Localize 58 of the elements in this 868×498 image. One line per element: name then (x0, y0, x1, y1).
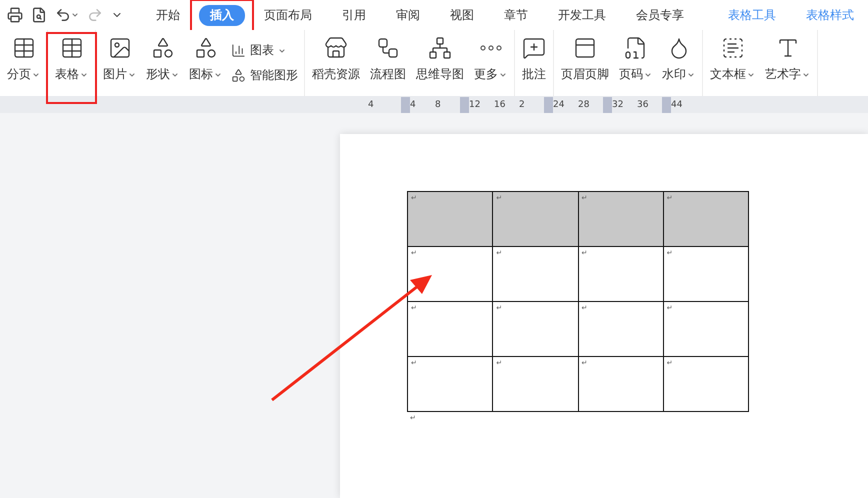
ribbon-button[interactable]: 图片 (98, 30, 141, 96)
ruler-number: 32 (612, 100, 624, 110)
ribbon-tab[interactable]: 章节 (493, 4, 539, 26)
ruler-marker[interactable] (401, 96, 410, 112)
ribbon-tab[interactable]: 开发工具 (547, 4, 617, 26)
ruler-marker[interactable] (460, 96, 469, 112)
ribbon-button[interactable]: 分页 (2, 30, 45, 96)
ribbon-tab[interactable]: 审阅 (385, 4, 431, 26)
ribbon-tab[interactable]: 引用 (331, 4, 377, 26)
smart-shape-icon (231, 68, 246, 83)
shapes-icon (150, 36, 174, 60)
ruler-number: 2 (519, 100, 526, 110)
ribbon-button[interactable]: 水印 (657, 30, 700, 96)
ruler-number: 12 (469, 100, 482, 110)
ribbon-tab[interactable]: 页面布局 (253, 4, 323, 26)
ruler-number: 36 (637, 100, 650, 110)
ruler-marker[interactable] (603, 96, 612, 112)
ribbon-button[interactable]: 表格 (50, 30, 93, 96)
undo-icon (55, 7, 71, 23)
ribbon-tab[interactable]: 开始 (145, 4, 191, 26)
ribbon-button[interactable]: 页码 (614, 30, 657, 96)
ribbon-button[interactable]: 艺术字 (760, 30, 815, 96)
mind-map-icon (428, 36, 452, 60)
ruler-number: 16 (494, 100, 506, 110)
ribbon-button[interactable]: 智能图形 (231, 67, 298, 84)
store-icon (324, 36, 348, 60)
page-number-icon (624, 36, 648, 60)
ruler-number: 4 (368, 100, 375, 110)
more-icon (480, 45, 502, 51)
text-box-icon (720, 36, 744, 60)
ribbon-button[interactable]: 形状 (141, 30, 184, 96)
ribbon-tab[interactable]: 视图 (439, 4, 485, 26)
ribbon-button[interactable]: 图表 (231, 42, 298, 59)
ribbon-button[interactable]: 流程图 (365, 30, 411, 96)
print-preview-icon (31, 7, 47, 23)
ribbon-button[interactable]: 批注 (517, 30, 551, 96)
redo-icon (87, 7, 103, 23)
ribbon-tab[interactable]: 会员专享 (625, 4, 695, 26)
ruler-number: 28 (578, 100, 590, 110)
ruler-marker[interactable] (544, 96, 553, 112)
ribbon-button[interactable]: 更多 (469, 30, 512, 96)
ruler-number: 24 (553, 100, 566, 110)
header-footer-icon (573, 36, 597, 60)
ribbon-button[interactable]: 图标 (184, 30, 227, 96)
bar-chart-icon (231, 43, 246, 58)
ribbon-button[interactable]: 稻壳资源 (307, 30, 365, 96)
comment-icon (522, 36, 546, 60)
ruler-number: 44 (671, 100, 684, 110)
ruler-marker[interactable] (662, 96, 671, 112)
image-icon (108, 36, 132, 60)
ribbon-button[interactable]: 思维导图 (411, 30, 469, 96)
ribbon-button[interactable]: 页眉页脚 (556, 30, 614, 96)
ruler-number: 8 (435, 100, 442, 110)
flowchart-icon (376, 36, 400, 60)
table-icon (60, 36, 84, 60)
printer-icon (7, 7, 23, 23)
ruler-number: 4 (410, 100, 417, 110)
ribbon-button[interactable]: 文本框 (705, 30, 760, 96)
